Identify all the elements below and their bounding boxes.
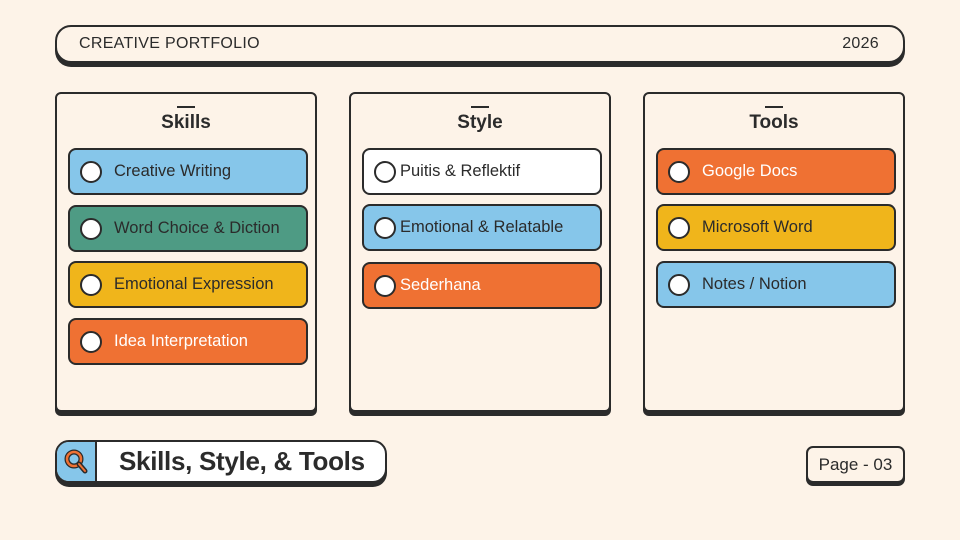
header-title: CREATIVE PORTFOLIO <box>79 35 260 52</box>
page-number-label: Page - 03 <box>818 454 893 474</box>
tools-card: Tools Google Docs Microsoft Word Notes /… <box>643 92 905 412</box>
circle-bullet-icon <box>668 216 690 239</box>
circle-bullet-icon <box>668 160 690 183</box>
circle-bullet-icon <box>80 273 102 296</box>
tool-item-label: Notes / Notion <box>702 275 807 293</box>
skill-item-emotional-expression: Emotional Expression <box>68 261 308 308</box>
circle-bullet-icon <box>374 216 396 239</box>
title-dash <box>471 106 489 108</box>
style-item-puitis: Puitis & Reflektif <box>362 148 602 195</box>
tool-item-label: Google Docs <box>702 162 798 180</box>
title-dash <box>177 106 195 108</box>
style-item-emotional: Emotional & Relatable <box>362 204 602 251</box>
tool-item-notes-notion: Notes / Notion <box>656 261 896 308</box>
page-number: Page - 03 <box>806 446 905 483</box>
circle-bullet-icon <box>80 217 102 240</box>
skill-item-word-choice: Word Choice & Diction <box>68 205 308 252</box>
tools-title: Tools <box>749 112 799 133</box>
skills-title: Skills <box>161 112 211 133</box>
header-year: 2026 <box>842 35 879 52</box>
style-card: Style Puitis & Reflektif Emotional & Rel… <box>349 92 611 412</box>
skill-item-creative-writing: Creative Writing <box>68 148 308 195</box>
tool-item-microsoft-word: Microsoft Word <box>656 204 896 251</box>
circle-bullet-icon <box>374 274 396 297</box>
section-title: Skills, Style, & Tools <box>119 446 365 476</box>
header-bar: CREATIVE PORTFOLIO 2026 <box>55 25 905 63</box>
circle-bullet-icon <box>80 330 102 353</box>
skill-item-idea-interpretation: Idea Interpretation <box>68 318 308 365</box>
skills-card: Skills Creative Writing Word Choice & Di… <box>55 92 317 412</box>
style-item-label: Emotional & Relatable <box>400 218 564 236</box>
section-title-bar: Skills, Style, & Tools <box>55 440 387 483</box>
style-item-sederhana: Sederhana <box>362 262 602 309</box>
skill-item-label: Idea Interpretation <box>114 332 248 350</box>
circle-bullet-icon <box>80 160 102 183</box>
style-item-label: Sederhana <box>400 276 481 294</box>
circle-bullet-icon <box>668 273 690 296</box>
skill-item-label: Creative Writing <box>114 162 232 180</box>
title-dash <box>765 106 783 108</box>
circle-bullet-icon <box>374 160 396 183</box>
style-item-label: Puitis & Reflektif <box>400 162 521 180</box>
style-title: Style <box>457 112 503 133</box>
magnifier-icon <box>57 442 97 481</box>
skill-item-label: Word Choice & Diction <box>114 219 280 237</box>
tool-item-label: Microsoft Word <box>702 218 813 236</box>
skill-item-label: Emotional Expression <box>114 275 274 293</box>
tool-item-google-docs: Google Docs <box>656 148 896 195</box>
